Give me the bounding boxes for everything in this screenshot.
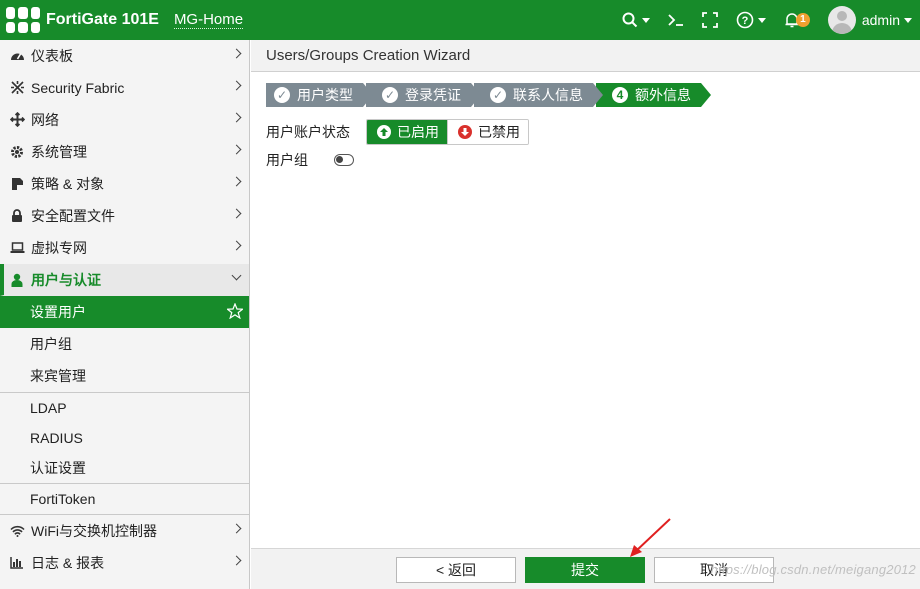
fullscreen-icon — [701, 12, 718, 28]
security-fabric-icon — [8, 80, 26, 96]
sidebar-item-label: 策略 & 对象 — [31, 175, 105, 192]
sidebar-subitem-guest-management[interactable]: 来宾管理 — [0, 360, 249, 392]
step-number: 4 — [612, 87, 628, 103]
sidebar-item-security-profiles[interactable]: 安全配置文件 — [0, 200, 249, 232]
wizard-step-extra-info[interactable]: 4 额外信息 — [596, 83, 711, 107]
account-status-row: 用户账户状态 已启用 已禁用 — [266, 119, 529, 145]
avatar — [827, 6, 856, 34]
wizard-step-label: 额外信息 — [635, 87, 691, 103]
sidebar-subitem-label: 来宾管理 — [30, 368, 86, 384]
wizard-step-label: 联系人信息 — [513, 87, 583, 103]
lock-icon — [8, 208, 26, 224]
wizard-step-label: 登录凭证 — [405, 87, 461, 103]
sidebar-item-label: 日志 & 报表 — [31, 554, 105, 571]
search-icon — [622, 12, 638, 28]
search-button[interactable] — [622, 12, 650, 28]
wizard-step-label: 用户类型 — [297, 87, 353, 103]
gear-icon — [8, 144, 26, 160]
sidebar-item-network[interactable]: 网络 — [0, 104, 249, 136]
wifi-icon — [8, 523, 26, 539]
sidebar-subitem-label: 认证设置 — [30, 460, 86, 476]
main-content: Users/Groups Creation Wizard ✓ 用户类型 ✓ 登录… — [251, 40, 920, 589]
arrow-up-circle-icon — [377, 125, 391, 139]
sidebar-subitem-user-definition[interactable]: 设置用户 — [0, 296, 249, 328]
watermark: https://blog.csdn.net/meigang2012 — [710, 562, 916, 577]
sidebar-subitem-radius[interactable]: RADIUS — [0, 423, 249, 453]
annotation-arrow — [630, 518, 671, 557]
laptop-icon — [8, 240, 26, 256]
back-button[interactable]: < 返回 — [396, 557, 516, 583]
arrow-down-circle-icon — [458, 125, 472, 139]
notification-badge: 1 — [795, 13, 810, 27]
sidebar-item-security-fabric[interactable]: Security Fabric — [0, 72, 249, 104]
help-icon: ? — [736, 11, 754, 29]
sidebar-item-user-auth[interactable]: 用户与认证 — [0, 264, 249, 296]
sidebar-item-label: 网络 — [31, 111, 59, 128]
check-icon: ✓ — [490, 87, 506, 103]
sidebar-item-vpn[interactable]: 虚拟专网 — [0, 232, 249, 264]
sidebar-subitem-label: FortiToken — [30, 491, 96, 507]
dashboard-icon — [8, 48, 26, 64]
sidebar-item-policy[interactable]: 策略 & 对象 — [0, 168, 249, 200]
sidebar-item-label: 仪表板 — [31, 47, 73, 64]
user-group-row: 用户组 — [266, 150, 354, 170]
sidebar-item-dashboard[interactable]: 仪表板 — [0, 40, 249, 72]
check-icon: ✓ — [274, 87, 290, 103]
user-group-label: 用户组 — [266, 152, 308, 168]
fortinet-logo-icon[interactable] — [6, 7, 40, 33]
sidebar-item-label: 虚拟专网 — [31, 239, 87, 256]
sidebar-subitem-label: LDAP — [30, 400, 67, 416]
wizard-step-login-credentials[interactable]: ✓ 登录凭证 — [366, 83, 481, 107]
user-icon — [8, 272, 26, 288]
sidebar-subitem-label: 设置用户 — [30, 304, 86, 320]
sidebar-subitem-label: 用户组 — [30, 336, 72, 352]
sidebar-subitem-auth-settings[interactable]: 认证设置 — [0, 453, 249, 483]
account-status-label: 用户账户状态 — [266, 124, 350, 140]
disabled-button[interactable]: 已禁用 — [447, 120, 528, 144]
top-bar: FortiGate 101E MG-Home ? 1 admin — [0, 0, 920, 40]
sidebar-item-label: 用户与认证 — [31, 271, 101, 288]
network-icon — [8, 112, 26, 128]
wizard-footer: < 返回 提交 取消 https://blog.csdn.net/meigang… — [251, 548, 920, 589]
sidebar-item-label: Security Fabric — [31, 79, 125, 96]
wizard-step-contact-info[interactable]: ✓ 联系人信息 — [474, 83, 603, 107]
svg-text:?: ? — [741, 15, 748, 27]
user-group-toggle[interactable] — [334, 154, 354, 166]
page-title: Users/Groups Creation Wizard — [251, 40, 920, 72]
sidebar-subitem-user-groups[interactable]: 用户组 — [0, 328, 249, 360]
sidebar-item-label: 安全配置文件 — [31, 207, 115, 224]
user-name: admin — [861, 12, 900, 28]
sidebar-item-wifi-switch[interactable]: WiFi与交换机控制器 — [0, 515, 249, 547]
sidebar-item-label: 系统管理 — [31, 143, 87, 160]
notifications-button[interactable]: 1 — [784, 12, 814, 28]
user-menu[interactable]: admin — [827, 6, 912, 34]
fullscreen-button[interactable] — [701, 12, 718, 28]
submit-button[interactable]: 提交 — [525, 557, 645, 583]
wizard-steps: ✓ 用户类型 ✓ 登录凭证 ✓ 联系人信息 4 额外信息 — [266, 83, 711, 107]
wizard-step-user-type[interactable]: ✓ 用户类型 — [266, 83, 373, 107]
hostname-link[interactable]: MG-Home — [173, 11, 244, 29]
sidebar-item-label: WiFi与交换机控制器 — [31, 522, 157, 539]
policy-icon — [8, 176, 26, 192]
enabled-label: 已启用 — [397, 124, 439, 140]
sidebar-item-system[interactable]: 系统管理 — [0, 136, 249, 168]
sidebar-subitem-fortitoken[interactable]: FortiToken — [0, 484, 249, 514]
sidebar-item-log-report[interactable]: 日志 & 报表 — [0, 547, 249, 579]
account-status-toggle: 已启用 已禁用 — [366, 119, 529, 145]
check-icon: ✓ — [382, 87, 398, 103]
sidebar-subitem-label: RADIUS — [30, 430, 83, 446]
cli-console-icon — [668, 14, 683, 26]
help-button[interactable]: ? — [736, 11, 766, 29]
cli-console-button[interactable] — [668, 13, 684, 27]
favorite-star-icon[interactable] — [225, 302, 245, 322]
product-name: FortiGate 101E — [46, 11, 159, 28]
chart-icon — [8, 555, 26, 571]
sidebar-subitem-ldap[interactable]: LDAP — [0, 393, 249, 423]
enabled-button[interactable]: 已启用 — [367, 120, 447, 144]
sidebar: 仪表板 Security Fabric 网络 系统管理 策略 & 对象 安全配置… — [0, 40, 250, 589]
disabled-label: 已禁用 — [478, 124, 520, 140]
